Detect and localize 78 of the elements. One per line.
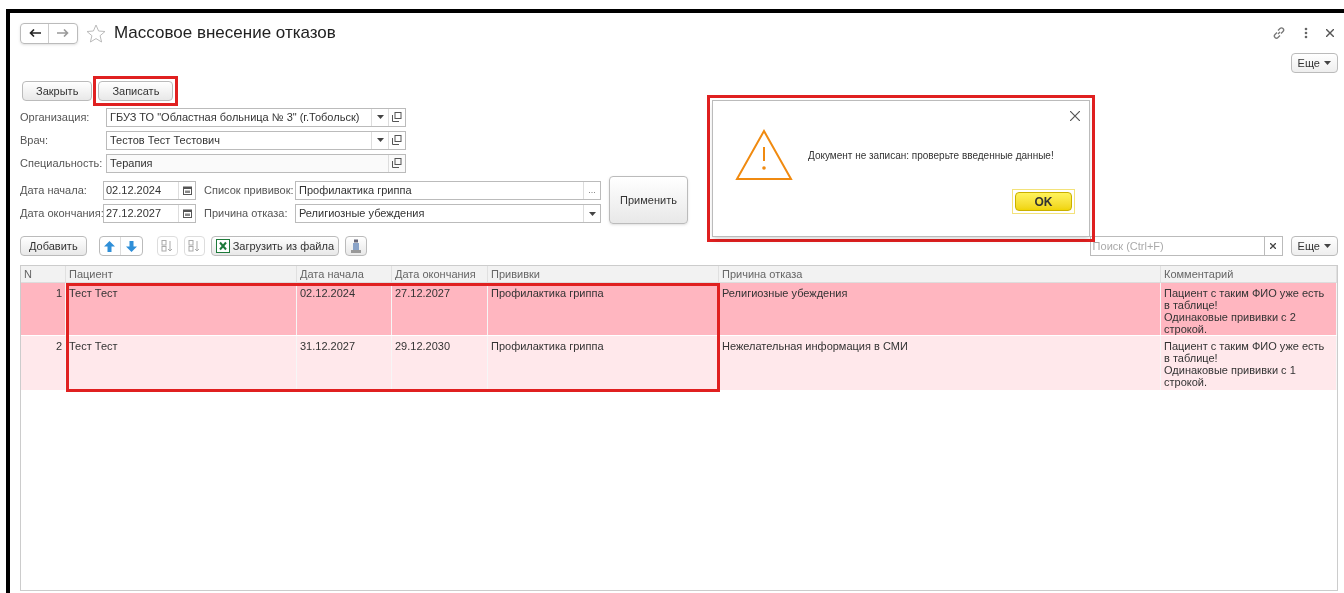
date-field[interactable]: 02.12.2024	[103, 181, 196, 200]
bottle-icon	[350, 239, 362, 253]
dropdown-arrow-icon	[588, 211, 596, 216]
spreadsheet-icon	[215, 239, 230, 253]
dialog-message: Документ не записан: проверьте введенные данные!	[808, 148, 1054, 163]
dropdown-arrow-icon	[376, 115, 384, 119]
star-icon[interactable]	[86, 23, 106, 43]
command-button[interactable]: Записать	[98, 81, 174, 101]
table-cell: Тест Тест	[66, 336, 297, 390]
field-label: Дата начала:	[20, 183, 88, 199]
column-header[interactable]: Дата начала	[297, 266, 392, 282]
table-row[interactable]: 1 Тест Тест 02.12.2024 27.12.2027 Профилактика гриппа Религиозные убеждения Пациент с таким ФИО уже есть в таблице! Одинаковые прививки с 2 строкой.	[21, 283, 1337, 336]
table-row[interactable]: 2 Тест Тест 31.12.2027 29.12.2030 Профилактика гриппа Нежелательная информация в СМИ Пациент с таким ФИО уже есть в таблице! Одинаковые прививки с 1 строкой.	[21, 336, 1337, 391]
clear-button[interactable]	[1264, 236, 1283, 256]
back-arrow-icon	[28, 29, 41, 37]
more-actions-icon[interactable]	[1304, 27, 1308, 39]
more-button[interactable]: Еще	[1290, 53, 1338, 73]
calendar-icon	[182, 209, 192, 218]
open-window-icon	[392, 135, 402, 145]
sort-icon	[188, 240, 201, 252]
dropdown-arrow-icon	[1324, 61, 1331, 65]
text-field[interactable]: ГБУЗ ТО "Областная больница № 3" (г.Тобольск)	[106, 107, 406, 127]
add-button[interactable]: Добавить	[20, 236, 87, 256]
column-header[interactable]: Причина отказа	[719, 266, 1161, 282]
print-button[interactable]	[345, 236, 367, 256]
window-title: Массовое внесение отказов	[114, 22, 336, 45]
apply-button[interactable]: Применить	[609, 176, 688, 224]
ok-button[interactable]: OK	[1015, 192, 1072, 211]
clear-icon	[1270, 243, 1277, 249]
sort-descending-button[interactable]	[183, 236, 205, 256]
table-cell: Пациент с таким ФИО уже есть в таблице! Одинаковые прививки с 2 строкой.	[1161, 283, 1337, 335]
more-button[interactable]: Еще	[1290, 236, 1338, 256]
table-cell: Религиозные убеждения	[719, 283, 1161, 335]
text-field[interactable]: Тестов Тест Тестович	[106, 130, 406, 150]
table-cell: Профилактика гриппа	[488, 283, 719, 335]
link-icon[interactable]	[1272, 26, 1286, 40]
search-field[interactable]: Поиск (Ctrl+F)	[1089, 236, 1265, 256]
field-label: Причина отказа:	[204, 206, 289, 222]
column-header[interactable]: Прививки	[488, 266, 719, 282]
field-label: Организация:	[20, 109, 91, 125]
open-window-icon	[392, 158, 402, 168]
table-cell: 02.12.2024	[297, 283, 392, 335]
table-cell: 1	[21, 283, 66, 335]
table-cell: Профилактика гриппа	[488, 336, 719, 390]
column-header[interactable]: Дата окончания	[392, 266, 488, 282]
arrow-down-icon	[125, 240, 137, 252]
text-field[interactable]: Профилактика гриппа ...	[295, 181, 601, 200]
table-cell: 2	[21, 336, 66, 390]
dropdown-arrow-icon	[1324, 244, 1331, 248]
open-window-icon	[392, 112, 402, 122]
choice-button[interactable]: ...	[588, 186, 596, 195]
text-field[interactable]: Терапия	[106, 153, 406, 173]
close-icon[interactable]	[1326, 29, 1334, 37]
table-cell: 31.12.2027	[297, 336, 392, 390]
calendar-icon	[182, 186, 192, 195]
date-field[interactable]: 27.12.2027	[103, 204, 196, 223]
load-from-file-button[interactable]: Загрузить из файла	[210, 236, 339, 256]
table-cell: 27.12.2027	[392, 283, 488, 335]
text-field[interactable]: Религиозные убеждения	[295, 204, 601, 223]
table-cell: 29.12.2030	[392, 336, 488, 390]
column-header[interactable]: Комментарий	[1161, 266, 1337, 282]
field-label: Врач:	[20, 132, 50, 148]
table-cell: Пациент с таким ФИО уже есть в таблице! Одинаковые прививки с 1 строкой.	[1161, 336, 1337, 390]
table-cell: Нежелательная информация в СМИ	[719, 336, 1161, 390]
close-icon[interactable]	[1070, 111, 1080, 121]
table-cell: Тест Тест	[66, 283, 297, 335]
forward-arrow-icon	[57, 29, 69, 37]
column-header[interactable]: N	[21, 266, 66, 282]
column-header[interactable]: Пациент	[66, 266, 297, 282]
arrow-up-icon	[104, 240, 116, 252]
warning-icon	[735, 129, 793, 181]
dropdown-arrow-icon	[376, 138, 384, 142]
field-label: Дата окончания:	[20, 206, 103, 222]
sort-icon	[161, 240, 174, 252]
field-label: Специальность:	[20, 155, 104, 171]
sort-ascending-button[interactable]	[156, 236, 178, 256]
field-label: Список прививок:	[204, 183, 295, 199]
command-button[interactable]: Закрыть	[22, 81, 93, 101]
